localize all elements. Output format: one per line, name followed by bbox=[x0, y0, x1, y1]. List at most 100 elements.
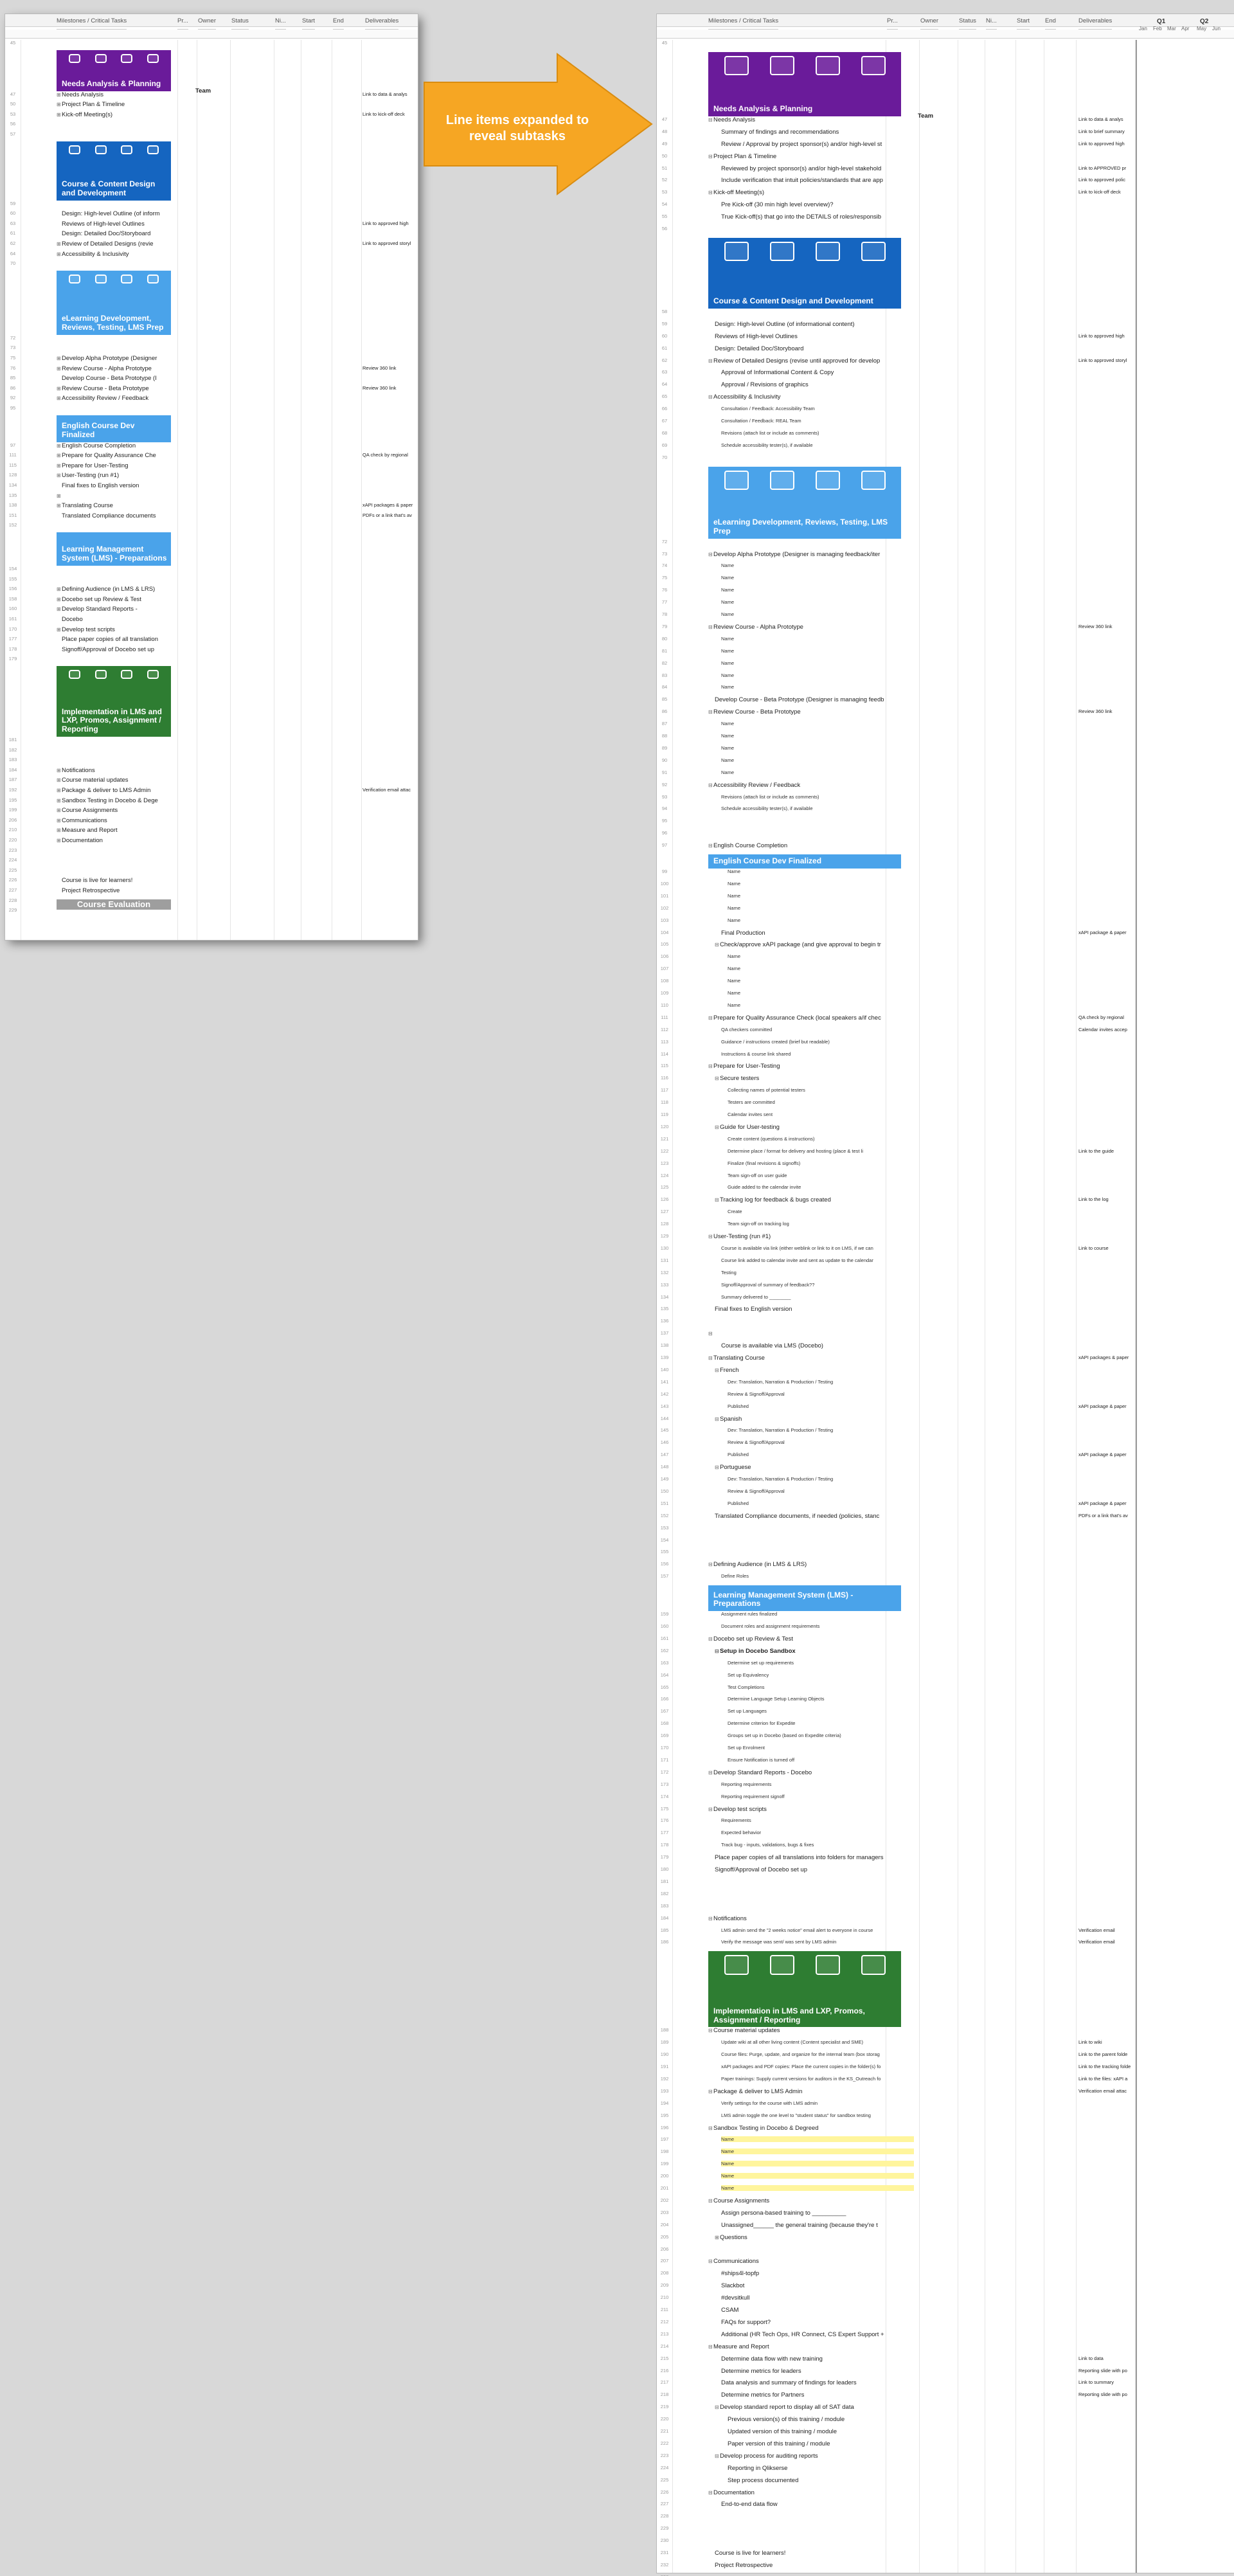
task-cell[interactable]: ⊟Accessibility Review / Feedback bbox=[708, 782, 914, 789]
row-number[interactable]: 178 bbox=[5, 646, 21, 652]
collapse-toggle-icon[interactable]: ⊟ bbox=[708, 2028, 713, 2033]
row-number[interactable]: 164 bbox=[657, 1672, 672, 1678]
collapse-toggle-icon[interactable]: ⊟ bbox=[708, 1806, 713, 1812]
collapse-toggle-icon[interactable]: ⊟ bbox=[708, 190, 713, 195]
row-number[interactable]: 53 bbox=[5, 111, 21, 117]
task-cell[interactable]: Testers are committed bbox=[728, 1099, 914, 1105]
task-cell[interactable]: Schedule accessibility tester(s), if ava… bbox=[721, 442, 914, 448]
task-cell[interactable]: ⊟Defining Audience (in LMS & LRS) bbox=[708, 1561, 914, 1568]
task-cell[interactable]: ⊞Communications bbox=[57, 817, 172, 824]
row-number[interactable]: 85 bbox=[5, 375, 21, 381]
task-cell[interactable]: Name bbox=[721, 2136, 914, 2143]
task-cell[interactable]: Course is live for learners! bbox=[62, 877, 172, 884]
row-number[interactable]: 103 bbox=[657, 917, 672, 923]
row-number[interactable]: 88 bbox=[657, 733, 672, 739]
row-number[interactable]: 207 bbox=[657, 2258, 672, 2264]
collapse-toggle-icon[interactable]: ⊟ bbox=[708, 1355, 713, 1361]
row-number[interactable]: 142 bbox=[657, 1391, 672, 1397]
task-cell[interactable]: Name bbox=[721, 733, 914, 739]
task-cell[interactable]: Course is live for learners! bbox=[715, 2550, 914, 2557]
row-number[interactable]: 177 bbox=[657, 1830, 672, 1835]
row-number[interactable]: 101 bbox=[657, 893, 672, 899]
task-cell[interactable]: Name bbox=[721, 2173, 914, 2179]
row-number[interactable]: 66 bbox=[657, 406, 672, 411]
task-cell[interactable]: Team sign-off on tracking log bbox=[728, 1221, 914, 1227]
task-cell[interactable]: ⊞Sandbox Testing in Docebo & Dege bbox=[57, 797, 172, 804]
row-number[interactable]: 216 bbox=[657, 2368, 672, 2373]
task-cell[interactable]: Requirements bbox=[721, 1817, 914, 1823]
deliverable-link[interactable]: Link to data & analys bbox=[1078, 116, 1135, 122]
row-number[interactable]: 58 bbox=[657, 309, 672, 314]
task-cell[interactable]: Pre Kick-off (30 min high level overview… bbox=[721, 201, 914, 208]
task-cell[interactable]: Verify settings for the course with LMS … bbox=[721, 2100, 914, 2106]
row-number[interactable]: 131 bbox=[657, 1257, 672, 1263]
row-number[interactable]: 61 bbox=[5, 230, 21, 236]
row-number[interactable]: 146 bbox=[657, 1439, 672, 1445]
task-cell[interactable]: ⊟Portuguese bbox=[715, 1464, 914, 1471]
row-number[interactable]: 89 bbox=[657, 745, 672, 751]
task-cell[interactable]: Include verification that intuit policie… bbox=[721, 177, 914, 184]
expand-toggle-icon[interactable]: ⊞ bbox=[57, 92, 62, 98]
row-number[interactable]: 220 bbox=[657, 2416, 672, 2422]
task-cell[interactable]: ⊟Check/approve xAPI package (and give ap… bbox=[715, 941, 914, 948]
task-cell[interactable]: ⊞Translating Course bbox=[57, 502, 172, 509]
task-cell[interactable]: xAPI packages and PDF copies: Place the … bbox=[721, 2064, 914, 2069]
row-number[interactable]: 204 bbox=[657, 2222, 672, 2228]
row-number[interactable]: 119 bbox=[657, 1112, 672, 1117]
row-number[interactable]: 137 bbox=[657, 1330, 672, 1336]
row-number[interactable]: 60 bbox=[5, 210, 21, 216]
row-number[interactable]: 92 bbox=[657, 782, 672, 788]
row-number[interactable]: 86 bbox=[657, 708, 672, 714]
task-cell[interactable]: Determine data flow with new training bbox=[721, 2355, 914, 2363]
row-number[interactable]: 112 bbox=[657, 1027, 672, 1032]
row-number[interactable]: 87 bbox=[657, 721, 672, 726]
row-number[interactable]: 108 bbox=[657, 978, 672, 984]
collapse-toggle-icon[interactable]: ⊟ bbox=[708, 624, 713, 630]
row-number[interactable]: 126 bbox=[657, 1196, 672, 1202]
task-cell[interactable]: Determine set up requirements bbox=[728, 1660, 914, 1666]
collapse-toggle-icon[interactable]: ⊟ bbox=[708, 1916, 713, 1922]
row-number[interactable]: 173 bbox=[657, 1781, 672, 1787]
task-cell[interactable]: Name bbox=[721, 745, 914, 751]
expand-toggle-icon[interactable]: ⊞ bbox=[57, 627, 62, 633]
row-number[interactable]: 139 bbox=[657, 1355, 672, 1360]
deliverable-link[interactable]: Verification email bbox=[1078, 1927, 1135, 1933]
task-cell[interactable]: Approval of Informational Content & Copy bbox=[721, 369, 914, 376]
deliverable-link[interactable]: Link to kick-off deck bbox=[1078, 189, 1135, 195]
collapse-toggle-icon[interactable]: ⊟ bbox=[708, 843, 713, 849]
deliverable-link[interactable]: Link to summary bbox=[1078, 2379, 1135, 2385]
collapse-toggle-icon[interactable]: ⊟ bbox=[708, 154, 713, 159]
collapse-toggle-icon[interactable]: ⊟ bbox=[708, 2198, 713, 2204]
row-number[interactable]: 220 bbox=[5, 837, 21, 843]
task-cell[interactable]: ⊞Accessibility Review / Feedback bbox=[57, 395, 172, 402]
task-cell[interactable]: ⊟Project Plan & Timeline bbox=[708, 153, 914, 160]
row-number[interactable]: 75 bbox=[657, 575, 672, 581]
deliverable-link[interactable]: Calendar invites accep bbox=[1078, 1027, 1135, 1032]
row-number[interactable]: 161 bbox=[5, 616, 21, 622]
collapse-toggle-icon[interactable]: ⊟ bbox=[715, 1464, 720, 1470]
task-cell[interactable]: Design: Detailed Doc/Storyboard bbox=[715, 345, 914, 352]
row-number[interactable]: 162 bbox=[657, 1648, 672, 1653]
task-cell[interactable]: Data analysis and summary of findings fo… bbox=[721, 2379, 914, 2386]
expand-toggle-icon[interactable]: ⊞ bbox=[57, 788, 62, 793]
row-number[interactable]: 215 bbox=[657, 2355, 672, 2361]
row-number[interactable]: 201 bbox=[657, 2185, 672, 2191]
row-number[interactable]: 148 bbox=[657, 1464, 672, 1470]
row-number[interactable]: 138 bbox=[5, 502, 21, 508]
task-cell[interactable]: #devsitkull bbox=[721, 2294, 914, 2301]
task-cell[interactable]: Name bbox=[728, 953, 914, 959]
task-cell[interactable]: Reviews of High-level Outlines bbox=[715, 333, 914, 340]
col-header-deliverables[interactable]: Deliverables bbox=[1078, 14, 1113, 30]
task-cell[interactable]: ⊟Docebo set up Review & Test bbox=[708, 1635, 914, 1643]
row-number[interactable]: 56 bbox=[5, 121, 21, 127]
task-cell[interactable]: Previous version(s) of this training / m… bbox=[728, 2416, 914, 2423]
row-number[interactable]: 95 bbox=[5, 405, 21, 411]
task-cell[interactable]: ⊟Tracking log for feedback & bugs create… bbox=[715, 1196, 914, 1203]
task-cell[interactable]: Verify the message was sent/ was sent by… bbox=[721, 1939, 914, 1945]
deliverable-link[interactable]: Link to APPROVED pr bbox=[1078, 165, 1135, 171]
expand-toggle-icon[interactable]: ⊞ bbox=[715, 2235, 720, 2240]
row-number[interactable]: 232 bbox=[657, 2562, 672, 2568]
expand-toggle-icon[interactable]: ⊞ bbox=[57, 807, 62, 813]
task-cell[interactable]: Final Production bbox=[721, 930, 914, 937]
row-number[interactable]: 110 bbox=[657, 1002, 672, 1008]
